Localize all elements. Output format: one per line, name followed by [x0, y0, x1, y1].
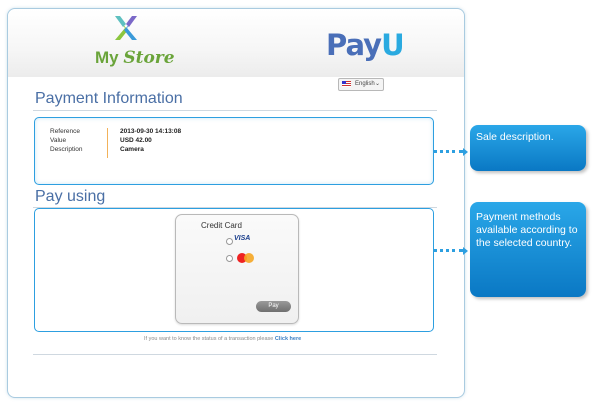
description-value: Camera: [120, 146, 144, 153]
callout-arrow: [463, 247, 468, 255]
info-separator: [107, 128, 108, 158]
visa-icon: VISA: [234, 235, 251, 242]
mystore-x-logo-icon: [115, 16, 137, 40]
payment-info-grid: Reference 2013-09-30 14:13:08 Value USD …: [50, 128, 250, 168]
mastercard-orange-circle: [244, 253, 254, 263]
status-text: If you want to know the status of a tran…: [144, 336, 274, 342]
value-amount: USD 42.00: [120, 137, 152, 144]
mastercard-radio[interactable]: [226, 255, 233, 262]
language-select[interactable]: English ⌄: [338, 78, 384, 91]
reference-label: Reference: [50, 128, 80, 135]
store-logo-text: My Store: [95, 48, 175, 68]
mastercard-icon: [237, 253, 257, 263]
payu-logo-left: Pay: [326, 28, 382, 62]
callout-arrow: [463, 148, 468, 156]
store-name-italic: Store: [123, 48, 175, 68]
us-flag-icon: [342, 81, 351, 87]
value-label: Value: [50, 137, 67, 144]
pay-using-title: Pay using: [35, 188, 106, 205]
credit-card-method: Credit Card VISA Pay: [175, 214, 299, 324]
payu-logo: PayU: [326, 28, 405, 62]
store-name-plain: My: [95, 48, 124, 67]
methods-callout-text: Payment methods available according to t…: [476, 211, 578, 249]
credit-card-title: Credit Card: [201, 221, 242, 230]
payment-info-title: Payment Information: [35, 90, 183, 107]
visa-radio[interactable]: [226, 238, 233, 245]
bottom-divider: [33, 354, 437, 355]
language-selected-label: English: [355, 81, 375, 87]
callout-connector: [433, 150, 463, 153]
payu-logo-right: U: [381, 28, 405, 62]
click-here-link[interactable]: Click here: [275, 336, 301, 342]
sale-description-callout: Sale description.: [470, 125, 586, 171]
reference-value: 2013-09-30 14:13:08: [120, 128, 182, 135]
transaction-status-text: If you want to know the status of a tran…: [144, 336, 301, 342]
description-label: Description: [50, 146, 83, 153]
divider: [33, 110, 437, 111]
chevron-down-icon: ⌄: [374, 81, 380, 87]
payment-methods-callout: Payment methods available according to t…: [470, 202, 586, 297]
callout-connector: [433, 249, 463, 252]
sale-callout-text: Sale description.: [476, 131, 554, 143]
pay-button[interactable]: Pay: [256, 301, 291, 312]
